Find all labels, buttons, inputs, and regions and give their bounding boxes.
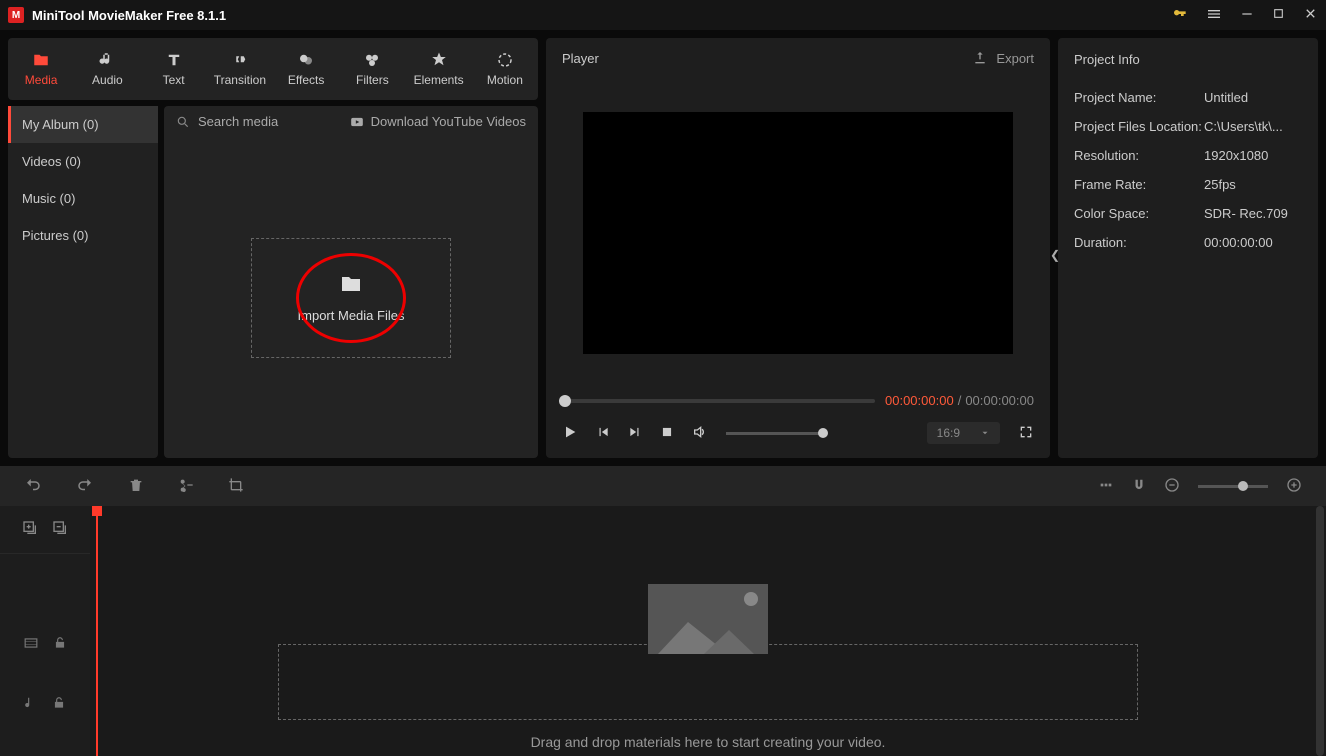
tab-media-label: Media bbox=[25, 73, 58, 87]
sidebar-item-pictures[interactable]: Pictures (0) bbox=[8, 217, 158, 254]
youtube-icon bbox=[349, 115, 365, 129]
progress-bar[interactable] bbox=[562, 399, 875, 403]
collapse-panel-button[interactable]: ❮ bbox=[1050, 248, 1060, 262]
timeline-drop-zone[interactable] bbox=[278, 644, 1138, 720]
project-name-value: Untitled bbox=[1204, 90, 1302, 105]
tab-elements-label: Elements bbox=[414, 73, 464, 87]
zoom-slider[interactable] bbox=[1198, 485, 1268, 488]
player-panel: Player Export 00:00:00:00 / 00:00:00:00 … bbox=[546, 38, 1050, 458]
project-resolution-label: Resolution: bbox=[1074, 148, 1204, 163]
key-icon[interactable] bbox=[1172, 6, 1188, 25]
project-framerate-label: Frame Rate: bbox=[1074, 177, 1204, 192]
tab-transition-label: Transition bbox=[214, 73, 266, 87]
project-location-label: Project Files Location: bbox=[1074, 119, 1204, 134]
project-colorspace-label: Color Space: bbox=[1074, 206, 1204, 221]
stop-button[interactable] bbox=[660, 425, 674, 442]
tab-transition[interactable]: Transition bbox=[207, 42, 273, 96]
menu-icon[interactable] bbox=[1206, 6, 1222, 25]
export-icon bbox=[972, 50, 988, 66]
timeline-scrollbar[interactable] bbox=[1316, 506, 1324, 756]
project-info-panel: ❮ Project Info Project Name:Untitled Pro… bbox=[1058, 38, 1318, 458]
video-track-icon bbox=[23, 636, 39, 653]
tab-media[interactable]: Media bbox=[8, 42, 74, 96]
placeholder-thumbnail-icon bbox=[648, 584, 768, 654]
close-button[interactable] bbox=[1303, 6, 1318, 24]
undo-button[interactable] bbox=[24, 476, 42, 497]
download-youtube-label: Download YouTube Videos bbox=[371, 114, 526, 129]
volume-button[interactable] bbox=[692, 424, 708, 443]
search-input[interactable]: Search media bbox=[176, 114, 339, 129]
tab-motion[interactable]: Motion bbox=[472, 42, 538, 96]
timeline: Drag and drop materials here to start cr… bbox=[0, 506, 1326, 756]
video-track-lock[interactable] bbox=[53, 636, 67, 653]
project-duration-value: 00:00:00:00 bbox=[1204, 235, 1302, 250]
zoom-out-button[interactable] bbox=[1164, 477, 1180, 496]
add-track-button[interactable] bbox=[22, 520, 38, 539]
time-separator: / bbox=[958, 393, 962, 408]
timeline-track-header bbox=[0, 506, 90, 756]
time-current: 00:00:00:00 bbox=[885, 393, 954, 408]
timeline-body[interactable]: Drag and drop materials here to start cr… bbox=[90, 506, 1326, 756]
download-youtube-button[interactable]: Download YouTube Videos bbox=[349, 114, 526, 129]
split-button[interactable] bbox=[178, 477, 194, 496]
timeline-toolbar bbox=[0, 466, 1326, 506]
project-framerate-value: 25fps bbox=[1204, 177, 1302, 192]
sidebar-item-myalbum[interactable]: My Album (0) bbox=[8, 106, 158, 143]
app-title: MiniTool MovieMaker Free 8.1.1 bbox=[32, 8, 1172, 23]
maximize-button[interactable] bbox=[1272, 7, 1285, 23]
zoom-in-button[interactable] bbox=[1286, 477, 1302, 496]
tab-text-label: Text bbox=[163, 73, 185, 87]
magnet-button[interactable] bbox=[1132, 477, 1146, 496]
tab-elements[interactable]: Elements bbox=[406, 42, 472, 96]
aspect-ratio-value: 16:9 bbox=[937, 426, 960, 440]
project-info-title: Project Info bbox=[1058, 38, 1318, 81]
sidebar-item-videos[interactable]: Videos (0) bbox=[8, 143, 158, 180]
play-button[interactable] bbox=[562, 424, 578, 443]
prev-frame-button[interactable] bbox=[596, 425, 610, 442]
tab-motion-label: Motion bbox=[487, 73, 523, 87]
tab-filters[interactable]: Filters bbox=[339, 42, 405, 96]
chevron-down-icon bbox=[980, 428, 990, 438]
tab-effects[interactable]: Effects bbox=[273, 42, 339, 96]
main-tabbar: Media Audio Text Transition Effects Filt… bbox=[8, 38, 538, 100]
time-total: 00:00:00:00 bbox=[965, 393, 1034, 408]
snap-button[interactable] bbox=[1098, 477, 1114, 496]
media-category-list: My Album (0) Videos (0) Music (0) Pictur… bbox=[8, 106, 158, 458]
search-placeholder: Search media bbox=[198, 114, 278, 129]
project-resolution-value: 1920x1080 bbox=[1204, 148, 1302, 163]
project-duration-label: Duration: bbox=[1074, 235, 1204, 250]
project-colorspace-value: SDR- Rec.709 bbox=[1204, 206, 1302, 221]
tab-effects-label: Effects bbox=[288, 73, 324, 87]
player-title: Player bbox=[562, 51, 599, 66]
search-icon bbox=[176, 115, 190, 129]
project-name-label: Project Name: bbox=[1074, 90, 1204, 105]
crop-button[interactable] bbox=[228, 477, 244, 496]
tab-filters-label: Filters bbox=[356, 73, 389, 87]
remove-track-button[interactable] bbox=[52, 520, 68, 539]
project-location-value: C:\Users\tk\... bbox=[1204, 119, 1302, 134]
next-frame-button[interactable] bbox=[628, 425, 642, 442]
sidebar-item-music[interactable]: Music (0) bbox=[8, 180, 158, 217]
tab-audio[interactable]: Audio bbox=[74, 42, 140, 96]
delete-button[interactable] bbox=[128, 477, 144, 496]
title-bar: M MiniTool MovieMaker Free 8.1.1 bbox=[0, 0, 1326, 30]
export-label: Export bbox=[996, 51, 1034, 66]
audio-track-icon bbox=[24, 695, 38, 714]
minimize-button[interactable] bbox=[1240, 7, 1254, 24]
redo-button[interactable] bbox=[76, 476, 94, 497]
aspect-ratio-select[interactable]: 16:9 bbox=[927, 422, 1000, 444]
app-logo-icon: M bbox=[8, 7, 24, 23]
tab-text[interactable]: Text bbox=[141, 42, 207, 96]
volume-slider[interactable] bbox=[726, 432, 826, 435]
media-panel: Search media Download YouTube Videos Imp… bbox=[164, 106, 538, 458]
audio-track-lock[interactable] bbox=[52, 696, 66, 713]
fullscreen-button[interactable] bbox=[1018, 424, 1034, 443]
video-preview bbox=[583, 112, 1013, 354]
timeline-drop-text: Drag and drop materials here to start cr… bbox=[278, 734, 1138, 750]
export-button[interactable]: Export bbox=[972, 50, 1034, 66]
highlight-circle bbox=[296, 253, 406, 343]
playhead[interactable] bbox=[96, 506, 98, 756]
import-media-button[interactable]: Import Media Files bbox=[251, 238, 451, 358]
tab-audio-label: Audio bbox=[92, 73, 123, 87]
